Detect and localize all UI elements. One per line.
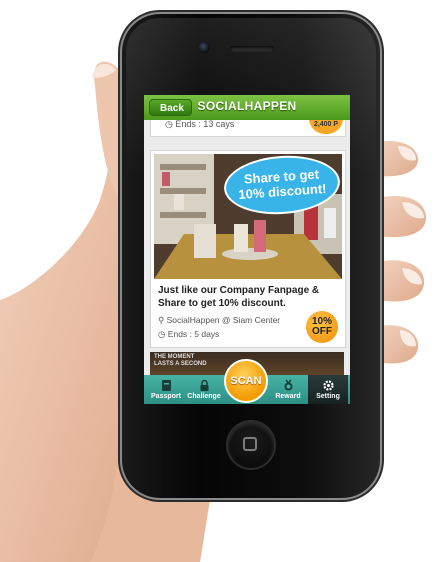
gear-icon <box>322 380 334 391</box>
deal-feed[interactable]: ◷ Ends : 13 cays 2,400 P Share to get 10… <box>144 120 350 375</box>
discount-off: OFF <box>312 326 332 337</box>
promo-photo: Share to get 10% discount! <box>154 154 342 279</box>
ends-text: Ends : 5 days <box>167 329 220 339</box>
tab-passport[interactable]: Passport <box>148 375 184 404</box>
clock-icon: ◷ <box>165 120 173 129</box>
promo-card[interactable]: Share to get 10% discount! Just like our… <box>150 150 346 348</box>
promo-title: Just like our Company Fanpage & Share to… <box>158 285 320 309</box>
tab-reward[interactable]: Reward <box>270 375 306 404</box>
app-header: Back SOCIALHAPPEN <box>144 95 350 120</box>
discount-badge: 10% OFF <box>306 311 338 343</box>
tab-setting[interactable]: Setting <box>308 375 348 404</box>
tab-label: Challenge <box>187 393 221 400</box>
tab-challenge[interactable]: Challenge <box>184 375 224 404</box>
medal-icon <box>284 379 292 391</box>
next-item-line-1: THE MOMENT <box>154 354 195 360</box>
app-screen: Back SOCIALHAPPEN ◷ Ends : 13 cays 2,400… <box>144 95 350 404</box>
price-badge: 2,400 P <box>309 120 343 134</box>
tab-label: Passport <box>151 393 181 400</box>
ends-text: ◷ Ends : 13 cays <box>165 120 234 130</box>
ends-value: Ends : 13 cays <box>175 120 235 129</box>
location-text: SocialHappen @ Siam Center <box>166 315 281 325</box>
lock-icon <box>200 379 208 391</box>
tab-label: Setting <box>316 393 340 400</box>
location-row: ⚲ SocialHappen @ Siam Center <box>158 315 280 326</box>
earpiece-speaker <box>230 46 274 52</box>
next-item-line-2: LASTS A SECOND <box>154 361 207 367</box>
list-item[interactable]: ◷ Ends : 13 cays 2,400 P <box>150 120 346 137</box>
front-camera <box>199 42 210 53</box>
page-title: SOCIALHAPPEN <box>197 99 297 113</box>
location-pin-icon: ⚲ <box>158 315 165 325</box>
clock-icon: ◷ <box>158 329 166 339</box>
home-button[interactable] <box>228 422 274 468</box>
scan-button[interactable]: SCAN <box>224 359 268 403</box>
ends-row: ◷ Ends : 5 days <box>158 329 219 340</box>
tab-label: Reward <box>275 393 301 400</box>
passport-icon <box>161 380 171 391</box>
home-square-icon <box>243 437 257 451</box>
